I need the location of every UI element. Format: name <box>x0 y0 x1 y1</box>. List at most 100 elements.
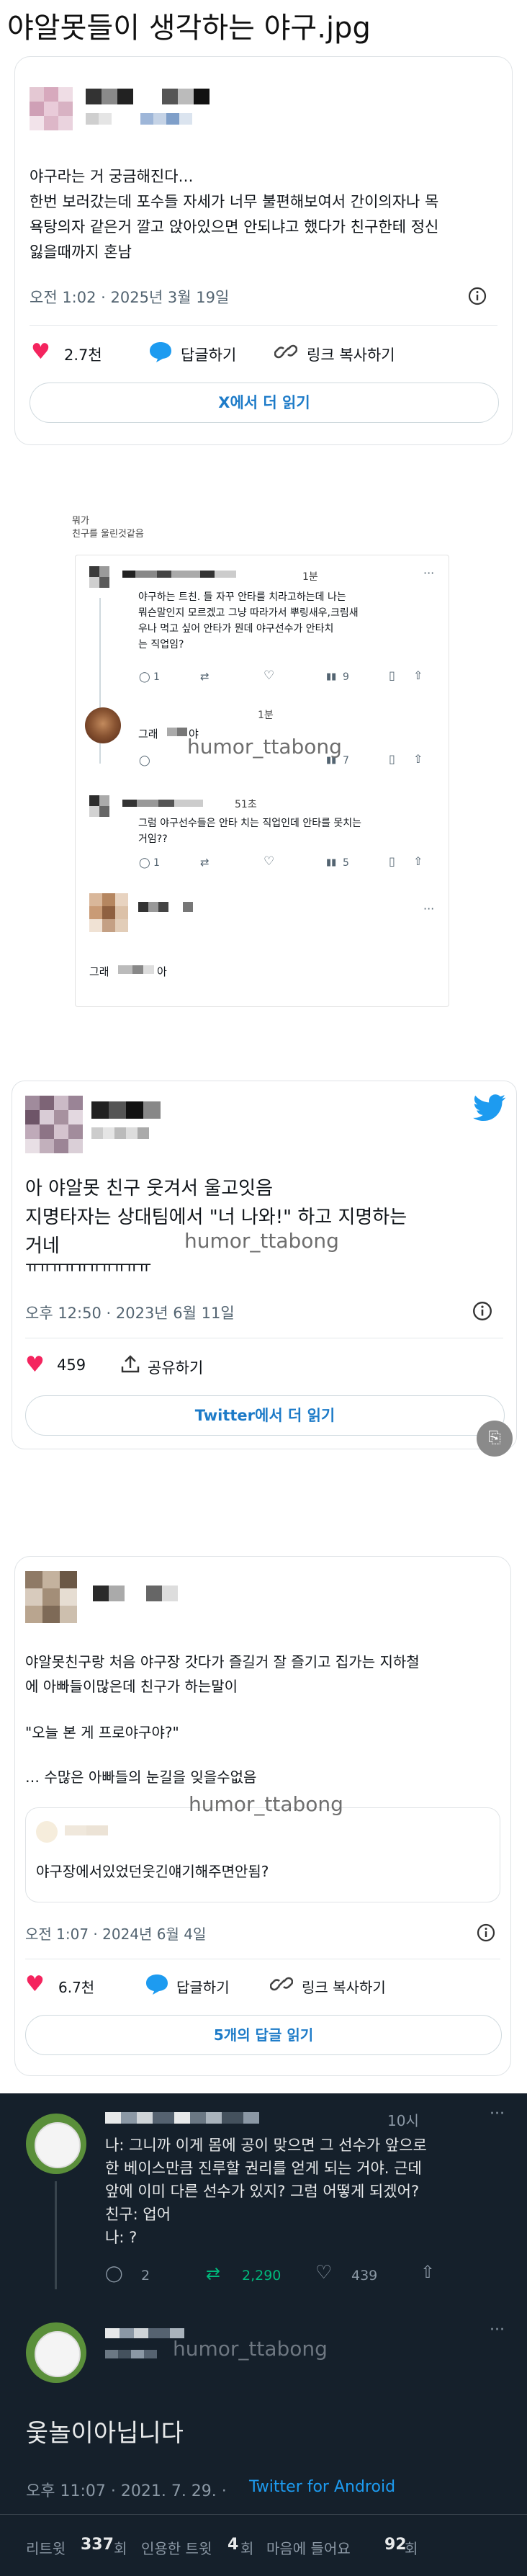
read-replies-button[interactable]: 5개의 답글 읽기 <box>25 2015 502 2055</box>
tweet-text-line: 그럼 야구선수들은 안타 치는 직업인데 안타를 못치는 <box>138 818 362 829</box>
like-icon[interactable]: ♡ <box>264 854 274 869</box>
blurred-avatar <box>89 795 109 817</box>
tweet-text-line: "오늘 본 게 프로야구야?" <box>25 1724 179 1741</box>
blurred-avatar <box>30 87 73 130</box>
retweet-icon[interactable]: ⇄ <box>200 670 210 683</box>
tweet-text-line: 나: 그니까 이게 몸에 공이 맞으면 그 선수가 앞으로 <box>105 2137 427 2154</box>
views-icon: ▮▮ <box>326 671 337 682</box>
share-icon[interactable]: ⇧ <box>413 752 423 766</box>
quoted-tweet-text: 야구장에서있었던웃긴얘기해주면안됨? <box>36 1863 269 1880</box>
share-icon[interactable] <box>120 1355 140 1374</box>
info-icon[interactable] <box>476 1923 496 1943</box>
reply-bubble-icon[interactable] <box>145 1973 169 1995</box>
share-label[interactable]: 공유하기 <box>148 1356 203 1378</box>
quoted-tweet[interactable]: 야구장에서있었던웃긴얘기해주면안됨? <box>25 1807 500 1902</box>
view-count: 9 <box>343 671 349 683</box>
link-icon[interactable] <box>274 341 297 362</box>
blurred-username <box>122 800 216 807</box>
tweet-text-line: 친구: 업어 <box>105 2206 171 2223</box>
tweet-text-line: 아 야알못 친구 웃겨서 울고잇음 <box>25 1178 274 1199</box>
like-icon[interactable]: ♡ <box>315 2262 332 2284</box>
more-icon[interactable]: ··· <box>423 566 434 580</box>
avatar <box>85 707 121 743</box>
more-icon[interactable]: ··· <box>490 2105 505 2123</box>
heart-icon[interactable]: ♥ <box>25 1972 45 1997</box>
blurred-username <box>138 902 210 912</box>
info-icon[interactable] <box>467 286 487 306</box>
more-icon[interactable]: ··· <box>490 2321 505 2339</box>
baseball-icon <box>35 2331 81 2377</box>
view-count: 7 <box>343 755 349 766</box>
info-icon[interactable] <box>472 1300 493 1322</box>
tweet-text-line: 한 베이스만큼 진루할 권리를 얻게 되는 거야. 근데 <box>105 2160 422 2177</box>
client-link[interactable]: Twitter for Android <box>249 2478 395 2496</box>
reply-icon[interactable]: ◯ <box>105 2265 123 2283</box>
heart-icon[interactable]: ♥ <box>25 1352 45 1377</box>
avatar <box>36 1821 58 1843</box>
like-count: 439 <box>351 2268 378 2284</box>
retweet-icon[interactable]: ⇄ <box>200 856 210 869</box>
more-icon[interactable]: ··· <box>423 902 434 916</box>
watermark: humor_ttabong <box>173 2337 328 2361</box>
reply-bubble-icon[interactable] <box>148 341 173 362</box>
tweet-text-line: 지명타자는 상대팀에서 "너 나와!" 하고 지명하는 <box>25 1207 407 1228</box>
stats-value: 92 <box>384 2536 407 2554</box>
blurred-avatar <box>89 893 128 932</box>
reply-icon[interactable]: ◯ <box>139 671 150 683</box>
read-more-button[interactable]: X에서 더 읽기 <box>30 383 499 423</box>
like-count: 459 <box>57 1356 86 1374</box>
divider <box>0 2514 527 2515</box>
reply-icon[interactable]: ◯ <box>139 857 150 869</box>
page-title: 야알못들이 생각하는 야구.jpg <box>7 12 371 45</box>
stats-label: 리트윗 <box>26 2540 66 2557</box>
divider <box>30 325 497 326</box>
thread-line <box>55 2181 57 2289</box>
stats-value: 4 <box>228 2536 239 2554</box>
bookmark-icon[interactable]: ▯ <box>389 752 395 766</box>
watermark: humor_ttabong <box>187 735 342 759</box>
thread-caption: 뭐가 <box>72 516 89 527</box>
heart-icon[interactable]: ♥ <box>31 339 50 365</box>
copy-link-label[interactable]: 링크 복사하기 <box>302 1976 386 1997</box>
read-more-button[interactable]: Twitter에서 더 읽기 <box>25 1395 505 1436</box>
tweet-text-line: … 수많은 아빠들의 눈길을 잊을수없음 <box>25 1768 257 1786</box>
tweet-text: 아 <box>157 965 167 978</box>
share-icon[interactable]: ⇧ <box>413 668 423 682</box>
reply-label[interactable]: 답글하기 <box>176 1976 230 1997</box>
stats-unit: 회 <box>114 2540 127 2557</box>
stats-value: 337 <box>81 2536 114 2554</box>
tweet-time: 1분 <box>258 710 274 721</box>
tweet-text: 그래 <box>89 965 109 978</box>
tweet-time: 51초 <box>235 799 257 810</box>
translate-icon[interactable]: ⎘ <box>477 1421 513 1457</box>
bookmark-icon[interactable]: ▯ <box>389 668 395 682</box>
tweet-text-line: 거임?? <box>138 833 168 845</box>
reply-label[interactable]: 답글하기 <box>181 344 236 365</box>
twitter-bird-icon <box>473 1094 506 1122</box>
timestamp: 오전 1:07 · 2024년 6월 4일 <box>25 1926 207 1943</box>
view-count: 5 <box>343 857 349 869</box>
timestamp: 오후 12:50 · 2023년 6월 11일 <box>25 1305 235 1322</box>
baseball-icon <box>35 2122 81 2168</box>
like-icon[interactable]: ♡ <box>264 668 274 683</box>
stats-label: 마음에 들어요 <box>266 2540 351 2557</box>
thread-caption: 친구를 울린것같음 <box>72 529 144 540</box>
share-icon[interactable]: ⇧ <box>420 2262 435 2282</box>
blurred-avatar <box>25 1096 83 1153</box>
reply-icon[interactable]: ◯ <box>139 755 150 766</box>
share-icon[interactable]: ⇧ <box>413 854 423 868</box>
tweet-card-1: 야구라는 거 궁금해진다… 한번 보러갔는데 포수들 자세가 너무 불편해보여서… <box>14 56 513 445</box>
reply-count: 2 <box>141 2268 150 2284</box>
retweet-icon[interactable]: ⇄ <box>206 2263 220 2284</box>
blurred-username <box>91 1101 235 1119</box>
link-icon[interactable] <box>270 1973 293 1995</box>
tweet-text-line: ㅠㅠㅠㅠㅠㅠㅠㅠㅠㅠ <box>25 1258 151 1276</box>
blurred-username <box>65 1825 166 1835</box>
tweet-text-line: 잃을때까지 혼남 <box>30 243 132 261</box>
blurred-name <box>167 728 187 736</box>
retweet-count: 2,290 <box>242 2268 281 2284</box>
copy-link-label[interactable]: 링크 복사하기 <box>307 344 395 365</box>
bookmark-icon[interactable]: ▯ <box>389 854 395 868</box>
tweet-text-line: 야구라는 거 궁금해진다… <box>30 168 194 185</box>
reply-count: 1 <box>153 671 160 683</box>
